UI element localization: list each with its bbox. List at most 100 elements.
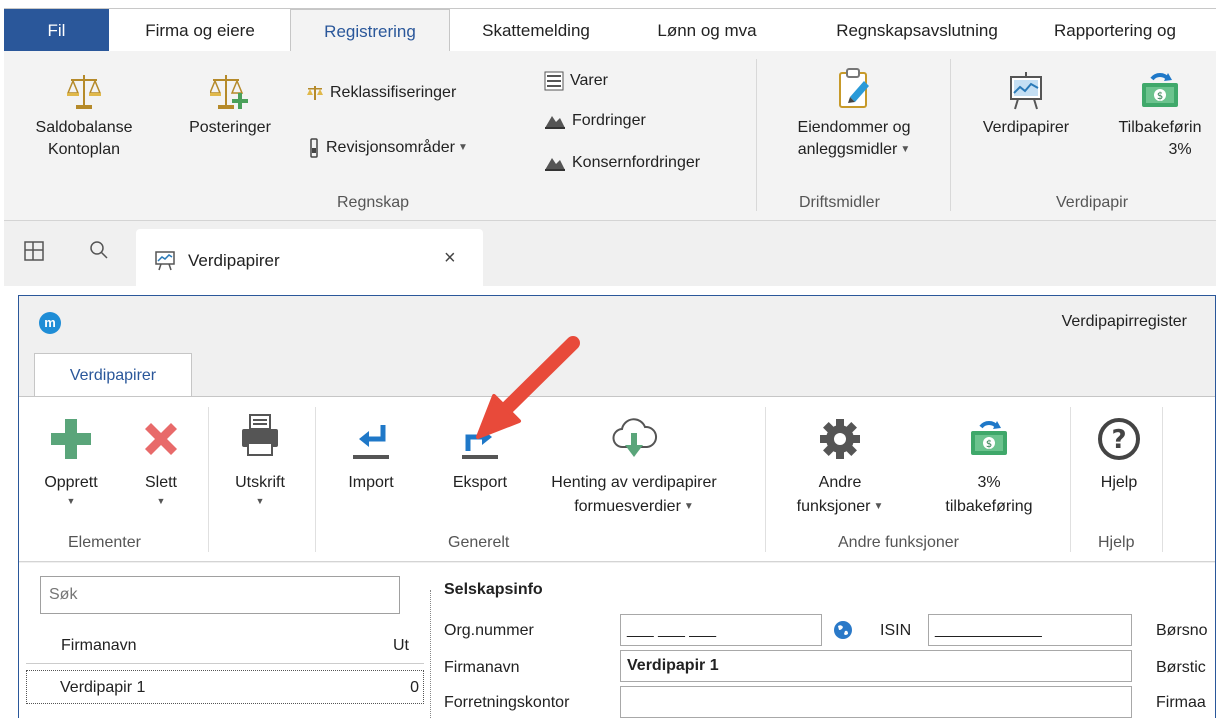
slett-label: Slett: [144, 474, 177, 491]
tilbakeforing-button[interactable]: $ 3% tilbakeføring: [919, 417, 1059, 519]
reklassifiseringer-button[interactable]: Reklassifiseringer: [306, 81, 456, 105]
row-value: 0: [410, 679, 419, 696]
formuesverdier-label: formuesverdier: [574, 498, 681, 516]
splitter[interactable]: [430, 590, 431, 718]
tab-regnskapsavslutning[interactable]: Regnskapsavslutning: [802, 9, 1032, 52]
section-title: Selskapsinfo: [444, 581, 543, 598]
divider: [950, 59, 951, 211]
search-icon[interactable]: [88, 239, 110, 266]
reklassifiseringer-label: Reklassifiseringer: [330, 84, 457, 101]
org-label: Org.nummer: [444, 622, 534, 639]
globe-icon[interactable]: [833, 620, 853, 640]
ribbon-registrering: Saldobalanse Kontoplan Posteringer Rekla…: [4, 51, 1216, 221]
chevron-down-icon: ▼: [255, 496, 265, 506]
divider: [765, 407, 766, 552]
forretningskontor-label: Forretningskontor: [444, 694, 570, 711]
borsticker-label: Børstic: [1156, 659, 1206, 676]
funksjoner-label: funksjoner: [796, 498, 871, 516]
andre-funksjoner-button[interactable]: Andre funksjoner ▼: [785, 417, 895, 519]
tilbakeforing-ribbon-button[interactable]: $ Tilbakeførin 3%: [1104, 71, 1216, 161]
scale-icon: [66, 75, 102, 109]
konsernfordringer-icon: [545, 157, 565, 171]
svg-text:$: $: [986, 439, 992, 450]
import-button[interactable]: Import: [335, 417, 407, 495]
revisjonsomrader-label: Revisjonsområder: [326, 139, 455, 157]
isin-label: ISIN: [880, 622, 912, 639]
revisjonsomrader-button[interactable]: Revisjonsområder ▼: [308, 136, 468, 160]
firmanavn-field[interactable]: Verdipapir 1: [620, 650, 1132, 682]
svg-text:$: $: [1157, 91, 1163, 102]
layout-grid-icon[interactable]: [24, 241, 44, 266]
group-elementer-label: Elementer: [68, 534, 141, 551]
utskrift-button[interactable]: Utskrift ▼: [225, 413, 295, 507]
saldobalanse-button[interactable]: Saldobalanse Kontoplan: [24, 71, 144, 161]
search-input[interactable]: [40, 576, 400, 614]
tab-registrering[interactable]: Registrering: [290, 9, 450, 53]
kontoplan-label: Kontoplan: [47, 141, 121, 158]
doc-tab-label: Verdipapirer: [188, 251, 280, 270]
saldobalanse-label: Saldobalanse: [35, 119, 133, 136]
scale-add-icon: [210, 75, 248, 109]
opprett-button[interactable]: Opprett ▼: [39, 417, 103, 507]
konsernfordringer-label: Konsernfordringer: [572, 154, 701, 171]
column-header-ut[interactable]: Ut: [393, 637, 409, 655]
tab-skattemelding[interactable]: Skattemelding: [456, 9, 616, 52]
eiendommer-button[interactable]: Eiendommer og anleggsmidler ▼: [774, 67, 934, 161]
cloud-download-icon: [612, 418, 657, 457]
posteringer-button[interactable]: Posteringer: [174, 71, 286, 139]
presentation-chart-icon: [155, 251, 175, 271]
table-row[interactable]: Verdipapir 1 0: [26, 670, 424, 704]
export-arrow-icon: [462, 429, 498, 459]
hjelp-button[interactable]: ? Hjelp: [1089, 417, 1149, 495]
doc-tab-verdipapirer[interactable]: Verdipapirer ×: [136, 229, 483, 286]
tab-rapportering[interactable]: Rapportering og: [1054, 9, 1216, 52]
tilbakeforing-percent-label: 3%: [1168, 141, 1192, 158]
forretningskontor-field[interactable]: [620, 686, 1132, 718]
money-refund-icon: $: [1142, 73, 1178, 107]
ribbon-tabbar: Fil Firma og eiere Registrering Skatteme…: [4, 8, 1216, 53]
divider: [315, 407, 316, 552]
verdipapirer-ribbon-label: Verdipapirer: [982, 119, 1070, 136]
small-slider-icon: [310, 138, 318, 158]
fordringer-button[interactable]: Fordringer: [544, 109, 646, 133]
window-title: Verdipapirregister: [1061, 313, 1187, 330]
varer-label: Varer: [570, 72, 608, 89]
tilbakeforing-label: tilbakeføring: [945, 498, 1033, 515]
chevron-down-icon: ▼: [156, 496, 166, 506]
column-header-firmanavn[interactable]: Firmanavn: [61, 637, 137, 655]
varer-button[interactable]: Varer: [544, 69, 608, 93]
chevron-down-icon: ▼: [683, 501, 694, 512]
group-andre-funksjoner-label: Andre funksjoner: [838, 534, 959, 551]
tab-fil[interactable]: Fil: [4, 9, 109, 52]
org-field[interactable]: ___ ___ ___: [620, 614, 822, 646]
chevron-down-icon: ▼: [900, 144, 911, 155]
konsernfordringer-button[interactable]: Konsernfordringer: [544, 151, 700, 175]
close-icon[interactable]: ×: [444, 247, 456, 270]
money-refund-icon: $: [971, 421, 1007, 455]
tilbakeforing-ribbon-label: Tilbakeførin: [1118, 119, 1202, 136]
group-driftsmidler-label: Driftsmidler: [799, 194, 880, 211]
verdipapirer-ribbon-button[interactable]: Verdipapirer: [966, 71, 1086, 139]
eksport-button[interactable]: Eksport: [439, 417, 521, 495]
app-logo-icon: m: [39, 312, 61, 334]
slett-button[interactable]: Slett ▼: [133, 417, 189, 507]
borsnotering-label: Børsno: [1156, 622, 1208, 639]
verdipapirer-ribbon: Opprett ▼ Slett ▼ Utskrift ▼ Import Eksp…: [19, 396, 1215, 562]
divider: [26, 663, 424, 664]
divider: [1162, 407, 1163, 552]
chevron-down-icon: ▼: [66, 496, 76, 506]
group-generelt-label: Generelt: [448, 534, 510, 551]
tab-lonn-og-mva[interactable]: Lønn og mva: [632, 9, 782, 52]
eksport-label: Eksport: [452, 474, 508, 491]
chevron-down-icon: ▼: [873, 501, 884, 512]
gear-icon: [820, 419, 860, 459]
tab-firma-og-eiere[interactable]: Firma og eiere: [120, 9, 280, 52]
fordringer-label: Fordringer: [572, 112, 646, 129]
andre-label: Andre: [818, 474, 862, 491]
isin-field[interactable]: ____________: [928, 614, 1132, 646]
eiendommer-label: Eiendommer og: [797, 119, 911, 136]
henting-button[interactable]: Henting av verdipapirer formuesverdier ▼: [523, 413, 745, 519]
svg-text:?: ?: [1111, 425, 1126, 455]
document-tab-strip: Verdipapirer ×: [4, 221, 1216, 286]
tab-verdipapirer[interactable]: Verdipapirer: [34, 353, 192, 397]
